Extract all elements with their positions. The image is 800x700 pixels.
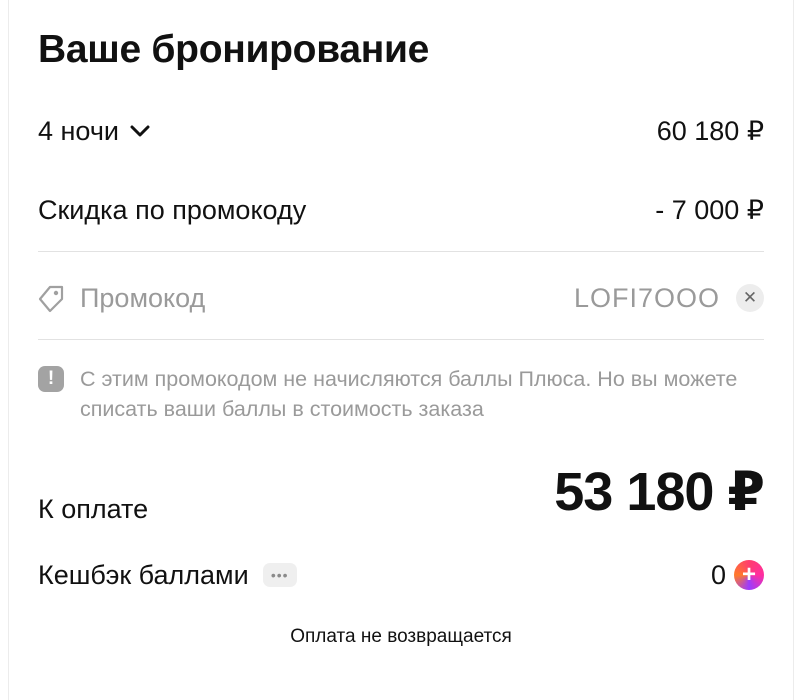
close-icon[interactable]: ✕ [736, 284, 764, 312]
discount-row: Скидка по промокоду - 7 000 ₽ [38, 192, 764, 228]
refund-note: Оплата не возвращается [290, 626, 512, 647]
payment-label: К оплате [38, 494, 149, 524]
nights-toggle[interactable]: 4 ночи [38, 116, 151, 147]
cashback-value: 0 [710, 559, 726, 590]
cashback-value-group: 0 + [711, 560, 764, 591]
cashback-label: Кешбэк баллами [38, 559, 249, 590]
discount-label: Скидка по промокоду [38, 194, 307, 225]
info-icon: ! [38, 366, 64, 392]
discount-value: - 7 000 ₽ [655, 194, 764, 225]
nights-label: 4 ночи [38, 115, 119, 146]
booking-card: Ваше бронирование 4 ночи 60 180 ₽ Скидка… [8, 0, 794, 700]
promo-notice: ! С этим промокодом не начисляются баллы… [38, 364, 764, 424]
page-title: Ваше бронирование [38, 28, 430, 71]
plus-points-icon: + [734, 560, 764, 590]
promo-label-group: Промокод [38, 283, 205, 314]
promo-code-value[interactable]: LOFI7OOO [574, 283, 720, 314]
cashback-row: Кешбэк баллами ••• 0 + [38, 556, 764, 594]
divider [38, 339, 764, 340]
promo-value-group: LOFI7OOO ✕ [574, 283, 764, 314]
nights-row: 4 ночи 60 180 ₽ [38, 113, 764, 149]
promo-label: Промокод [80, 282, 206, 313]
divider [38, 251, 764, 252]
nights-price: 60 180 ₽ [656, 115, 764, 146]
payment-amount: 53 180 ₽ [554, 462, 765, 522]
promo-tag-icon [38, 285, 64, 313]
promo-row[interactable]: Промокод LOFI7OOO ✕ [38, 278, 764, 318]
chevron-down-icon [130, 125, 150, 137]
notice-text: С этим промокодом не начисляются баллы П… [80, 367, 738, 421]
cashback-label-group: Кешбэк баллами ••• [38, 560, 297, 591]
more-info-button[interactable]: ••• [262, 563, 297, 587]
